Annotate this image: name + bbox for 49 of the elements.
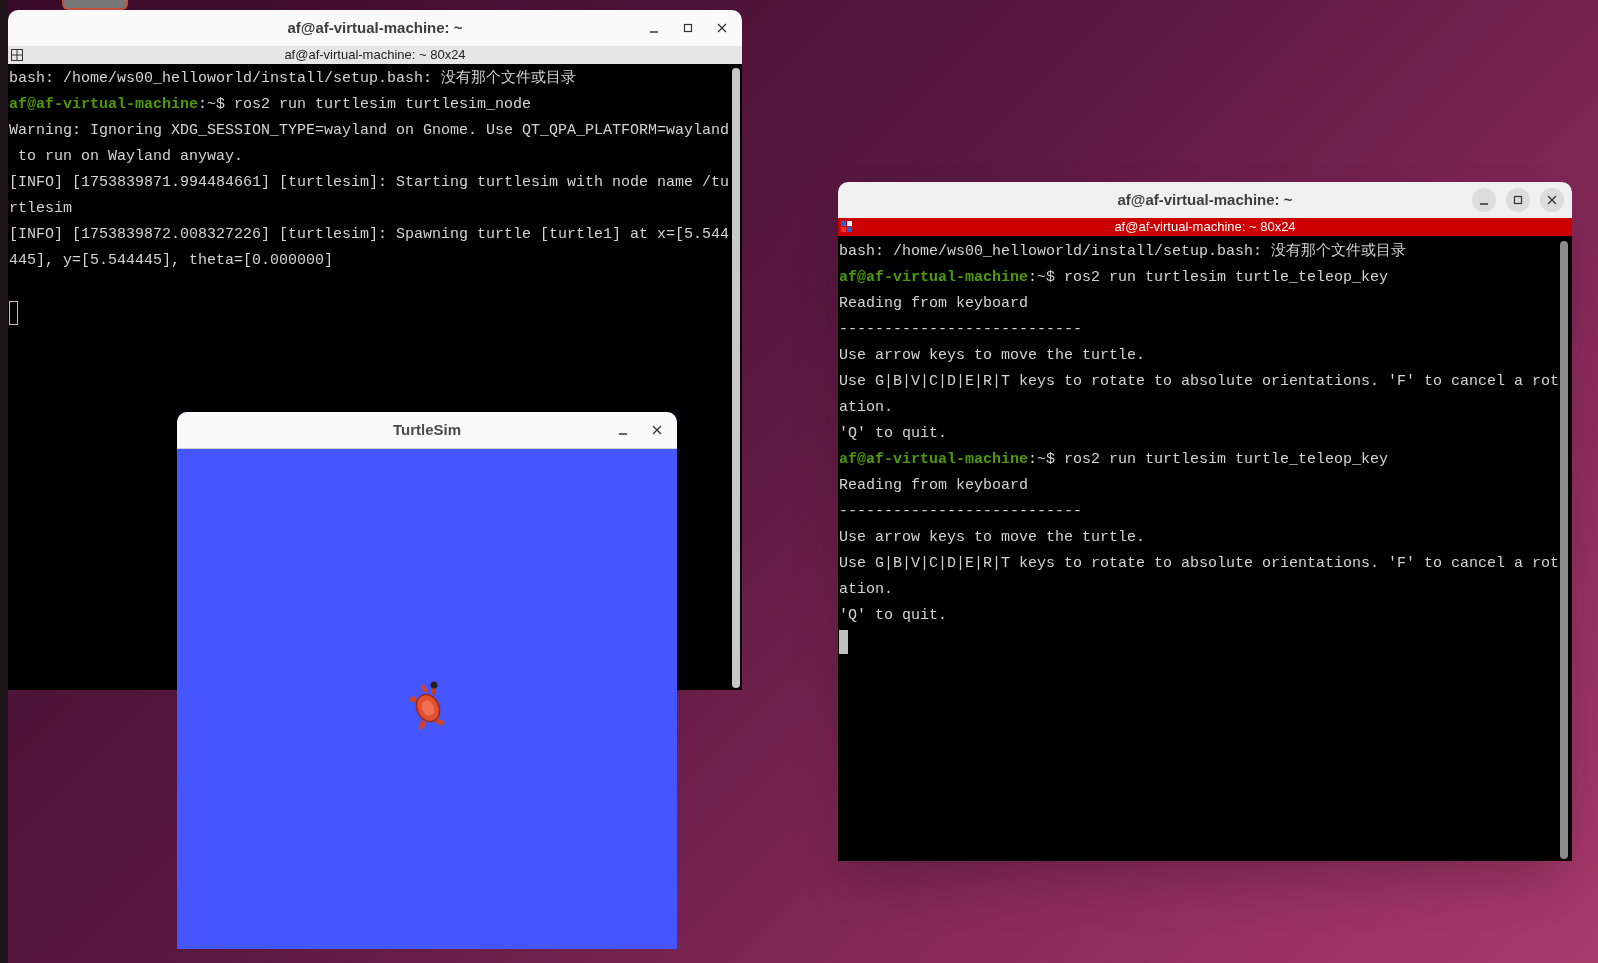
close-icon	[652, 425, 662, 435]
output-line: [INFO] [1753839871.994484661] [turtlesim]: Starting turtlesim with node name /tu	[9, 174, 730, 191]
maximize-icon	[683, 23, 693, 33]
close-icon	[717, 23, 727, 33]
close-button[interactable]	[1540, 188, 1564, 212]
split-view-icon[interactable]	[11, 49, 23, 61]
command-text: :~$ ros2 run turtlesim turtle_teleop_key	[1028, 269, 1389, 286]
output-line: Use G|B|V|C|D|E|R|T keys to rotate to absolute orientations. 'F' to cancel a rot	[839, 555, 1560, 572]
output-line: 'Q' to quit.	[839, 425, 948, 442]
output-line: bash: /home/ws00_helloworld/install/setup.bash: 没有那个文件或目录	[9, 70, 577, 87]
terminal-size-label: af@af-virtual-machine: ~ 80x24	[284, 46, 466, 64]
dock-app-icon[interactable]	[62, 0, 128, 10]
minimize-icon	[619, 433, 627, 435]
prompt-user-host: af@af-virtual-machine	[839, 451, 1029, 468]
command-text: :~$ ros2 run turtlesim turtle_teleop_key	[1028, 451, 1389, 468]
output-line: [INFO] [1753839872.008327226] [turtlesim]: Spawning turtle [turtle1] at x=[5.544	[9, 226, 730, 243]
minimize-button[interactable]	[1472, 188, 1496, 212]
scrollbar[interactable]	[732, 68, 740, 688]
output-line: Use arrow keys to move the turtle.	[839, 529, 1146, 546]
output-line: 'Q' to quit.	[839, 607, 948, 624]
prompt-user-host: af@af-virtual-machine	[9, 96, 199, 113]
output-line: Reading from keyboard	[839, 477, 1029, 494]
output-line: Use G|B|V|C|D|E|R|T keys to rotate to absolute orientations. 'F' to cancel a rot	[839, 373, 1560, 390]
window-title: TurtleSim	[392, 419, 462, 440]
output-line: ation.	[839, 581, 893, 598]
output-line: ation.	[839, 399, 893, 416]
maximize-icon	[1513, 195, 1523, 205]
minimize-icon	[650, 31, 658, 33]
split-view-icon[interactable]	[841, 221, 853, 233]
output-line: ---------------------------	[839, 321, 1083, 338]
text-cursor	[839, 630, 848, 654]
terminal-size-label: af@af-virtual-machine: ~ 80x24	[1114, 218, 1296, 236]
output-line: to run on Wayland anyway.	[17, 148, 244, 165]
output-line: Use arrow keys to move the turtle.	[839, 347, 1146, 364]
output-line: ---------------------------	[839, 503, 1083, 520]
maximize-button[interactable]	[1506, 188, 1530, 212]
scrollbar[interactable]	[1560, 241, 1568, 859]
output-line: 445], y=[5.544445], theta=[0.000000]	[9, 252, 334, 269]
window-title: af@af-virtual-machine: ~	[287, 17, 463, 38]
prompt-user-host: af@af-virtual-machine	[839, 269, 1029, 286]
close-icon	[1547, 195, 1557, 205]
text-cursor	[9, 301, 18, 325]
output-line: rtlesim	[9, 200, 72, 217]
output-line: Reading from keyboard	[839, 295, 1029, 312]
command-text: :~$ ros2 run turtlesim turtlesim_node	[198, 96, 532, 113]
output-line: bash: /home/ws00_helloworld/install/setup.bash: 没有那个文件或目录	[839, 243, 1407, 260]
output-line: Warning: Ignoring XDG_SESSION_TYPE=wayland on Gnome. Use QT_QPA_PLATFORM=wayland	[9, 122, 730, 139]
minimize-icon	[1480, 203, 1488, 205]
window-title: af@af-virtual-machine: ~	[1117, 189, 1293, 210]
